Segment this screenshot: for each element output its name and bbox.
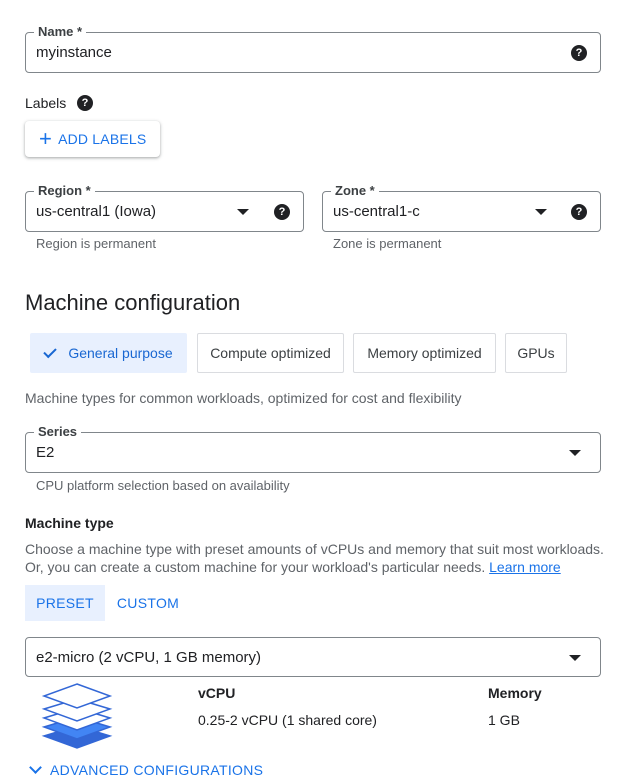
region-hint: Region is permanent (36, 236, 156, 251)
machine-type-heading: Machine type (25, 515, 114, 531)
help-circle-icon[interactable]: ? (77, 95, 93, 111)
dropdown-arrow-icon[interactable] (569, 450, 581, 456)
description-text: Or, you can create a custom machine for … (25, 559, 486, 575)
help-circle-icon[interactable]: ? (274, 204, 290, 220)
vcpu-value: 0.25-2 vCPU (1 shared core) (198, 712, 377, 728)
tab-custom[interactable]: CUSTOM (108, 585, 188, 621)
family-memory-optimized[interactable]: Memory optimized (353, 333, 496, 373)
help-circle-icon[interactable]: ? (571, 204, 587, 220)
machine-layers-icon (41, 683, 113, 749)
tab-custom-label: CUSTOM (116, 595, 180, 611)
chevron-down-icon (29, 760, 42, 774)
region-label: Region * (34, 183, 95, 199)
machine-type-description-1: Choose a machine type with preset amount… (25, 541, 604, 557)
advanced-configurations-toggle[interactable]: ADVANCED CONFIGURATIONS (27, 760, 264, 778)
add-labels-button[interactable]: + ADD LABELS (25, 121, 160, 157)
region-select[interactable]: Region * us-central1 (Iowa) ? (25, 183, 304, 232)
family-description: Machine types for common workloads, opti… (25, 390, 462, 406)
zone-hint: Zone is permanent (333, 236, 442, 251)
learn-more-link[interactable]: Learn more (489, 559, 561, 575)
machine-type-description-2: Or, you can create a custom machine for … (25, 558, 561, 576)
tab-preset[interactable]: PRESET (25, 585, 105, 621)
zone-label: Zone * (331, 183, 379, 199)
family-compute-optimized[interactable]: Compute optimized (197, 333, 344, 373)
name-field-value[interactable]: myinstance (36, 44, 112, 62)
help-circle-icon[interactable]: ? (571, 45, 587, 61)
series-value: E2 (36, 444, 55, 461)
series-label: Series (34, 424, 82, 440)
vcpu-heading: vCPU (198, 685, 236, 701)
dropdown-arrow-icon[interactable] (535, 209, 547, 215)
labels-heading: Labels (25, 95, 67, 111)
family-label: Compute optimized (210, 345, 331, 361)
family-label: GPUs (517, 345, 555, 361)
tab-preset-label: PRESET (36, 595, 94, 611)
memory-value: 1 GB (488, 712, 520, 728)
name-field[interactable]: Name * myinstance ? (25, 24, 601, 73)
plus-icon: + (39, 126, 53, 151)
family-general-purpose[interactable]: General purpose (30, 333, 187, 373)
advanced-label: ADVANCED CONFIGURATIONS (50, 762, 264, 778)
zone-select[interactable]: Zone * us-central1-c ? (322, 183, 601, 232)
zone-value: us-central1-c (333, 203, 420, 220)
dropdown-arrow-icon[interactable] (569, 655, 581, 661)
machine-type-select[interactable]: e2-micro (2 vCPU, 1 GB memory) (25, 637, 601, 677)
series-hint: CPU platform selection based on availabi… (36, 478, 290, 493)
section-title: Machine configuration (25, 290, 241, 315)
machine-type-value: e2-micro (2 vCPU, 1 GB memory) (36, 649, 262, 666)
memory-heading: Memory (488, 685, 542, 701)
region-value: us-central1 (Iowa) (36, 203, 157, 220)
series-select[interactable]: Series E2 (25, 424, 601, 473)
add-labels-label: ADD LABELS (58, 131, 147, 147)
family-label: General purpose (68, 345, 173, 361)
check-icon (43, 344, 58, 358)
name-field-label: Name * (34, 24, 87, 40)
family-label: Memory optimized (367, 345, 482, 361)
dropdown-arrow-icon[interactable] (237, 209, 249, 215)
family-gpus[interactable]: GPUs (505, 333, 567, 373)
